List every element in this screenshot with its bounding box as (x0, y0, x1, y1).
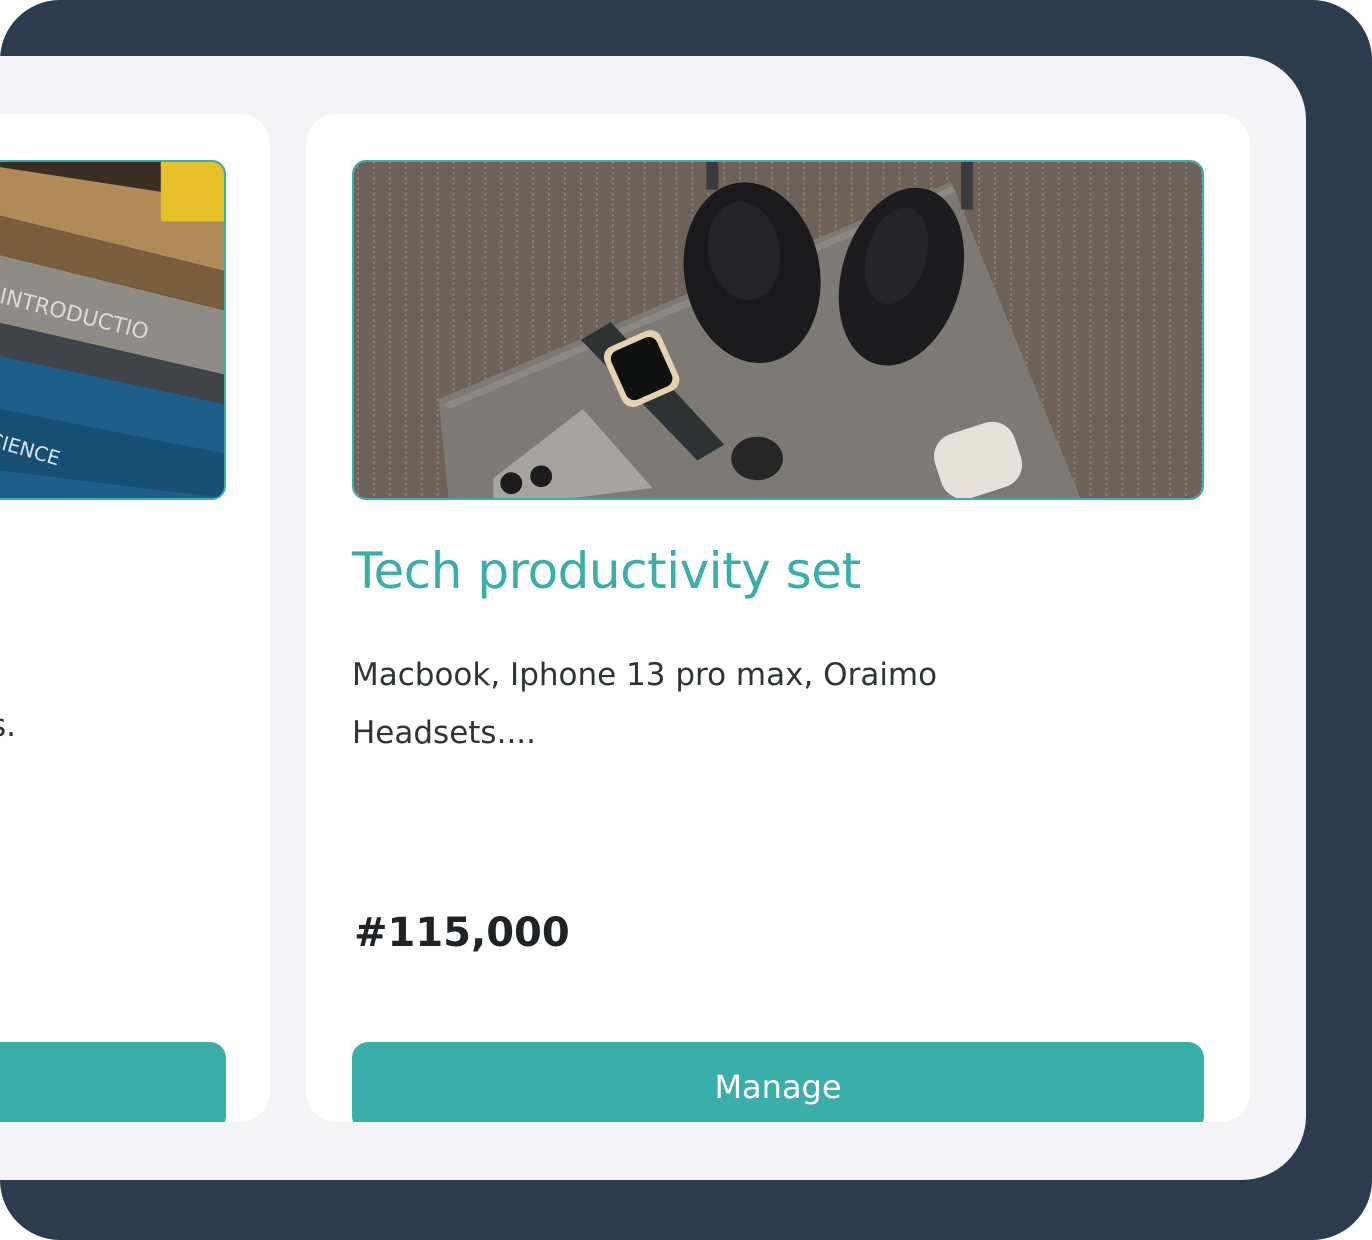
product-title: Tech productivity set (352, 542, 861, 600)
card-description-fragment: s. (0, 708, 17, 744)
product-card-books: A BRIEF INTRODUCTIO CTICAL SCIENCE s. (0, 114, 270, 1122)
books-photo-icon[interactable]: A BRIEF INTRODUCTIO CTICAL SCIENCE (0, 160, 226, 500)
manage-button[interactable]: Manage (352, 1042, 1204, 1122)
tech-gadgets-photo-icon[interactable] (352, 160, 1204, 500)
product-card-tech: Tech productivity set Macbook, Iphone 13… (306, 114, 1250, 1122)
manage-button-books[interactable] (0, 1042, 226, 1122)
screen: A BRIEF INTRODUCTIO CTICAL SCIENCE s. (0, 56, 1306, 1180)
product-price: #115,000 (354, 910, 570, 956)
product-description: Macbook, Iphone 13 pro max, Oraimo Heads… (352, 657, 938, 751)
